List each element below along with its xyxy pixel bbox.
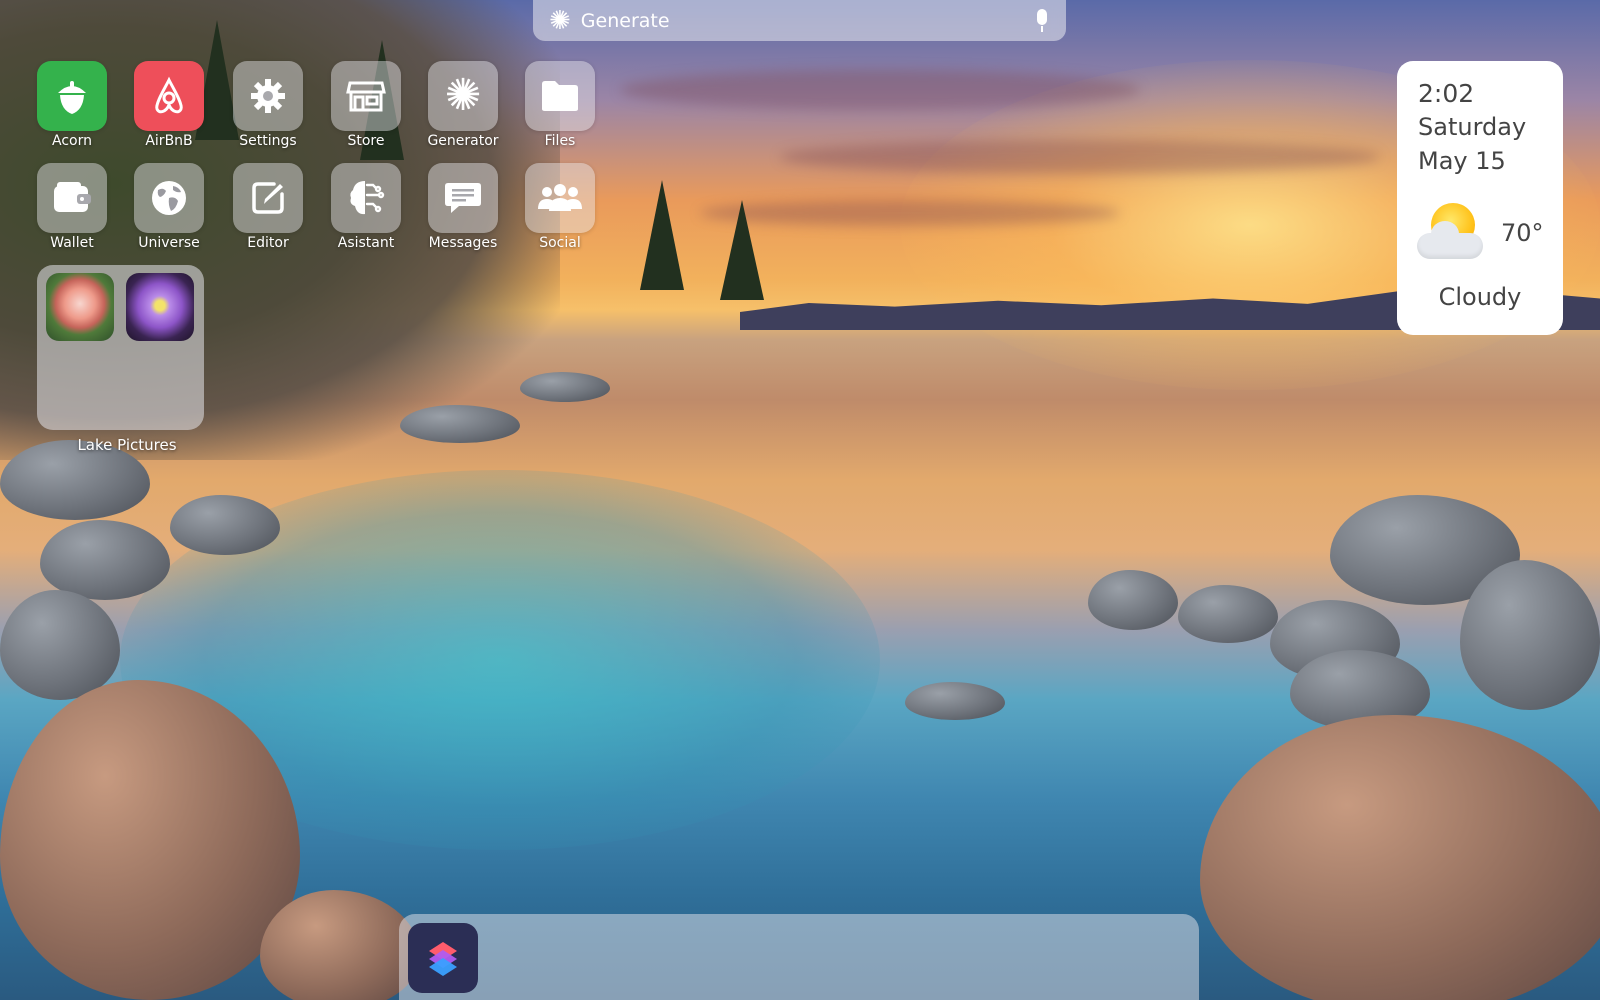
app-files[interactable]: Files (525, 61, 595, 149)
app-label: Acorn (52, 133, 92, 149)
widget-day: Saturday (1418, 113, 1527, 141)
rock (40, 520, 170, 600)
app-universe[interactable]: Universe (134, 163, 204, 251)
rock (260, 890, 420, 1000)
purple-flower-photo[interactable] (126, 273, 194, 341)
app-label: Settings (239, 133, 297, 149)
people-icon (525, 163, 595, 233)
wallpaper (0, 0, 1600, 1000)
app-label: Social (539, 235, 581, 251)
acorn-icon (37, 61, 107, 131)
widget-condition: Cloudy (1438, 283, 1522, 311)
search-placeholder: Generate (580, 9, 670, 32)
rock (520, 372, 610, 402)
rock (1178, 585, 1278, 643)
app-label: Messages (428, 235, 498, 251)
rock (1460, 560, 1600, 710)
app-store[interactable]: Store (331, 61, 401, 149)
pine-tree (720, 200, 764, 300)
partly-cloudy-icon (1417, 203, 1483, 263)
app-messages[interactable]: Messages (428, 163, 498, 251)
app-asistant[interactable]: Asistant (331, 163, 401, 251)
app-acorn[interactable]: Acorn (37, 61, 107, 149)
folder-label: Lake Pictures (77, 436, 177, 454)
cloud-streak (620, 70, 1140, 110)
folder-lake-pictures[interactable] (37, 265, 204, 430)
globe-icon (134, 163, 204, 233)
rock (905, 682, 1005, 720)
app-wallet[interactable]: Wallet (37, 163, 107, 251)
widget-temperature: 70° (1501, 219, 1544, 247)
app-label: Files (544, 133, 576, 149)
sparkle-icon: ✺ (428, 61, 498, 131)
app-label: Generator (427, 133, 499, 149)
app-label: Store (347, 133, 385, 149)
gear-icon (233, 61, 303, 131)
rock (0, 590, 120, 700)
edit-icon (233, 163, 303, 233)
rock (1088, 570, 1178, 630)
search-bar[interactable]: ✺ Generate (533, 0, 1066, 41)
microphone-icon[interactable] (1034, 8, 1050, 33)
widget-date: May 15 (1418, 147, 1506, 175)
app-social[interactable]: Social (525, 163, 595, 251)
app-label: Editor (247, 235, 289, 251)
app-settings[interactable]: Settings (233, 61, 303, 149)
shortcuts-icon[interactable] (408, 923, 478, 993)
dock (399, 914, 1199, 1000)
folder-icon (525, 61, 595, 131)
pink-dahlia-photo[interactable] (46, 273, 114, 341)
app-label: Wallet (50, 235, 94, 251)
clock-weather-widget[interactable]: 2:02 Saturday May 15 70° Cloudy (1397, 61, 1563, 335)
brain-icon (331, 163, 401, 233)
app-editor[interactable]: Editor (233, 163, 303, 251)
store-icon (331, 61, 401, 131)
app-label: Universe (138, 235, 200, 251)
pine-tree (640, 180, 684, 290)
cloud-streak (780, 140, 1380, 174)
airbnb-icon (134, 61, 204, 131)
chat-icon (428, 163, 498, 233)
app-generator[interactable]: ✺ Generator (427, 61, 499, 149)
sparkle-icon: ✺ (549, 5, 571, 36)
app-label: Asistant (337, 235, 395, 251)
rock (170, 495, 280, 555)
rock (1200, 715, 1600, 1000)
app-label: AirBnB (145, 133, 193, 149)
app-airbnb[interactable]: AirBnB (134, 61, 204, 149)
wallet-icon (37, 163, 107, 233)
rock (400, 405, 520, 443)
widget-time: 2:02 (1418, 79, 1475, 108)
